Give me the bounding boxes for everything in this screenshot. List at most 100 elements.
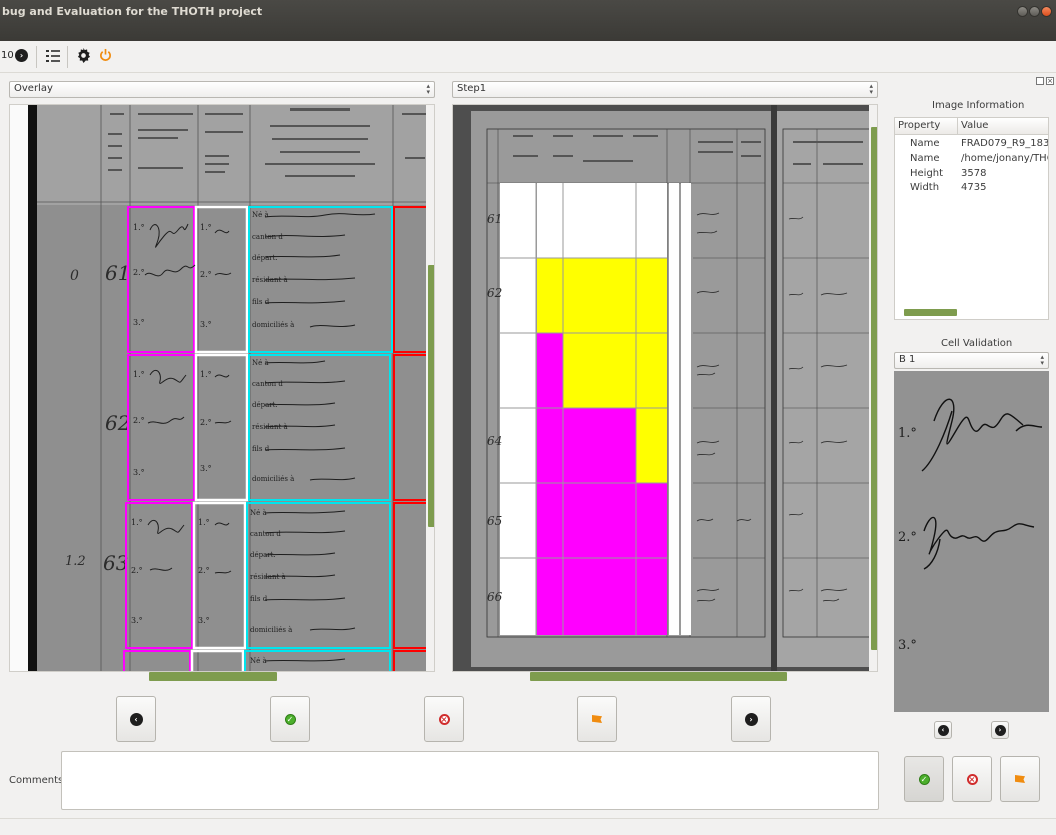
cross-icon: × [966, 773, 978, 785]
svg-text:canton d: canton d [252, 380, 283, 388]
check-icon: ✓ [918, 773, 930, 785]
arrow-right-icon: › [994, 724, 1006, 736]
flag-icon [1015, 775, 1025, 783]
cell-reject-button[interactable]: × [952, 756, 992, 802]
next-cell-small-button[interactable]: › [991, 721, 1009, 739]
table-row[interactable]: Height 3578 [895, 168, 1048, 182]
svg-text:3.°: 3.° [131, 616, 143, 625]
overlay-image-view[interactable]: 61 62 63 0 1.2 1.° 2.° 3.° 1.° 2.° 3.° 1… [9, 104, 435, 672]
svg-text:2.°: 2.° [133, 416, 145, 425]
svg-text:63: 63 [103, 551, 128, 575]
info-horizontal-scroll-thumb[interactable] [904, 309, 957, 316]
image-counter: 10 [1, 50, 14, 61]
arrow-right-icon: › [744, 712, 758, 726]
svg-text:3.°: 3.° [200, 320, 212, 329]
check-icon: ✓ [284, 713, 296, 725]
arrow-left-icon: ‹ [937, 724, 949, 736]
svg-text:fils d: fils d [252, 298, 270, 306]
image-information-title: Image Information [932, 100, 1025, 111]
svg-text:1.°: 1.° [133, 223, 145, 232]
svg-text:2.°: 2.° [131, 566, 143, 575]
overlay-selector[interactable]: Overlay ▴ ▾ [9, 81, 435, 98]
power-icon [100, 48, 111, 61]
cell-flag-button[interactable] [1000, 756, 1040, 802]
toolbar: 10 › [0, 41, 1056, 73]
flag-button[interactable] [577, 696, 617, 742]
svg-text:résidant à: résidant à [252, 422, 288, 431]
step-horizontal-scroll-thumb[interactable] [530, 672, 787, 681]
arrow-left-icon: ‹ [129, 712, 143, 726]
cell-selector[interactable]: B 1 ▴ ▾ [894, 352, 1049, 369]
svg-text:62: 62 [487, 286, 502, 300]
previous-cell-small-button[interactable]: ‹ [934, 721, 952, 739]
step-vertical-scroll-thumb[interactable] [871, 127, 877, 650]
title-bar: bug and Evaluation for the THOTH project [0, 0, 1056, 41]
overlay-document-image: 61 62 63 0 1.2 1.°2.°3.° 1.°2.°3.° 1.°2.… [10, 105, 428, 671]
svg-text:0: 0 [70, 268, 79, 284]
svg-text:3.°: 3.° [198, 616, 210, 625]
updown-arrow-icon: ▴ ▾ [426, 82, 430, 96]
svg-text:canton d: canton d [250, 530, 281, 538]
svg-text:Né à: Né à [250, 508, 267, 517]
arrow-right-icon: › [15, 49, 28, 62]
svg-text:1.°: 1.° [898, 426, 917, 441]
svg-text:65: 65 [487, 514, 502, 528]
svg-text:résidant à: résidant à [250, 572, 286, 581]
dock-float-icon[interactable] [1036, 77, 1044, 85]
svg-text:canton d: canton d [252, 233, 283, 241]
gear-icon [77, 48, 91, 63]
flag-icon [592, 715, 602, 723]
svg-text:départ.: départ. [252, 401, 278, 409]
updown-arrow-icon: ▴ ▾ [869, 82, 873, 96]
column-header-property: Property [898, 120, 941, 131]
svg-text:fils d: fils d [250, 595, 268, 603]
toolbar-separator [67, 46, 68, 68]
svg-text:3.°: 3.° [200, 464, 212, 473]
cell-crop-image: 1.° 2.° 3.° [894, 371, 1049, 712]
overlay-horizontal-scroll-thumb[interactable] [149, 672, 277, 681]
list-view-button[interactable] [46, 49, 60, 66]
svg-text:départ.: départ. [252, 254, 278, 262]
cell-preview-image: 1.° 2.° 3.° [894, 371, 1049, 712]
close-icon[interactable] [1041, 6, 1052, 17]
overlay-vertical-scroll-thumb[interactable] [428, 265, 434, 527]
svg-text:2.°: 2.° [200, 418, 212, 427]
dock-close-icon[interactable]: × [1046, 77, 1054, 85]
step-selector[interactable]: Step1 ▴ ▾ [452, 81, 878, 98]
next-cell-button[interactable]: › [731, 696, 771, 742]
svg-text:1.2: 1.2 [65, 554, 86, 569]
reject-button[interactable]: × [424, 696, 464, 742]
svg-text:domiciliés à: domiciliés à [252, 474, 294, 483]
image-information-table: Property Value NameFRAD079_R9_1833_( Nam… [894, 117, 1049, 320]
step-image-view[interactable]: 61 62 64 65 66 [452, 104, 878, 672]
svg-text:3.°: 3.° [898, 638, 917, 653]
step-document-image: 61 62 64 65 66 [453, 105, 871, 671]
cell-validate-button[interactable]: ✓ [904, 756, 944, 802]
table-row[interactable]: Width 4735 [895, 182, 1048, 196]
comments-textarea[interactable] [61, 751, 879, 810]
svg-text:2.°: 2.° [198, 566, 210, 575]
next-image-button[interactable]: › [15, 48, 28, 62]
previous-cell-button[interactable]: ‹ [116, 696, 156, 742]
svg-text:3.°: 3.° [133, 318, 145, 327]
minimize-icon[interactable] [1017, 6, 1028, 17]
svg-text:64: 64 [487, 434, 502, 448]
quit-button[interactable] [99, 48, 112, 65]
svg-text:domiciliés à: domiciliés à [252, 320, 294, 329]
svg-text:Né à: Né à [250, 656, 267, 665]
svg-text:61: 61 [105, 261, 130, 285]
table-row[interactable]: NameFRAD079_R9_1833_( [895, 138, 1048, 152]
svg-text:départ.: départ. [250, 551, 276, 559]
table-row[interactable]: Name/home/jonany/THOT [895, 153, 1048, 167]
svg-text:1.°: 1.° [133, 370, 145, 379]
cell-selector-value: B 1 [899, 354, 916, 365]
svg-text:résidant à: résidant à [252, 275, 288, 284]
overlay-vertical-scrollbar[interactable] [426, 105, 434, 671]
maximize-icon[interactable] [1029, 6, 1040, 17]
step-vertical-scrollbar[interactable] [869, 105, 877, 671]
svg-text:domiciliés à: domiciliés à [250, 625, 292, 634]
settings-button[interactable] [76, 48, 91, 66]
validate-button[interactable]: ✓ [270, 696, 310, 742]
status-bar [0, 818, 1056, 835]
cell-validation-title: Cell Validation [941, 338, 1013, 349]
